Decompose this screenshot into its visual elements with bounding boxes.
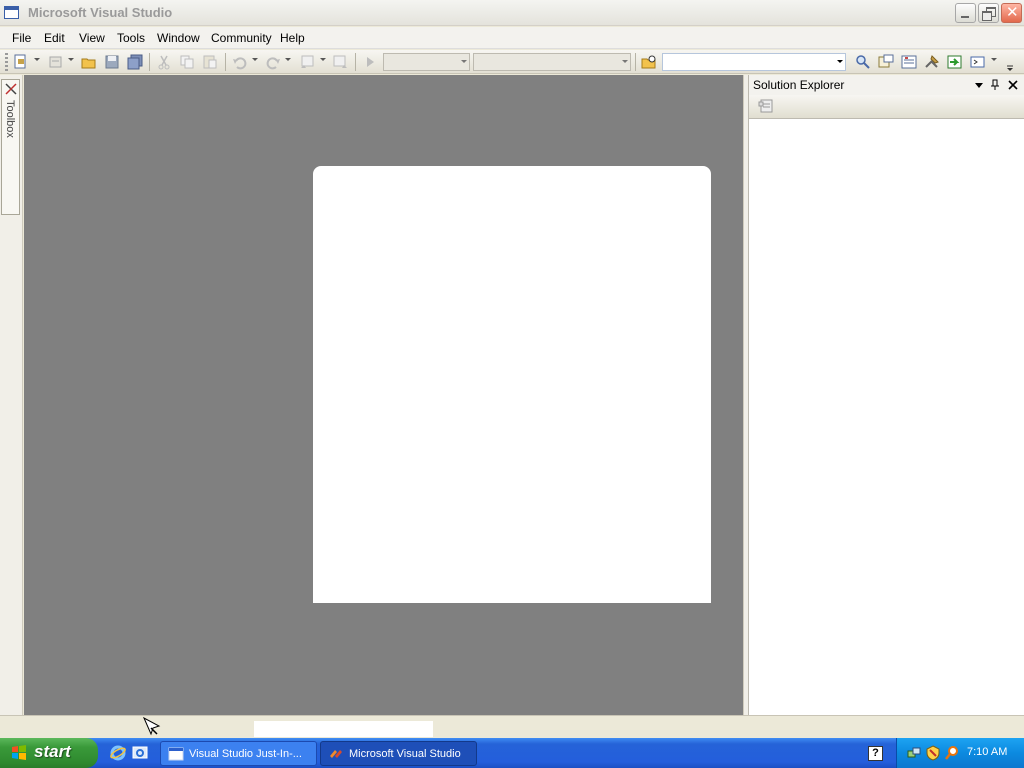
cursor-icon xyxy=(142,716,161,736)
internet-explorer-icon[interactable] xyxy=(109,744,127,762)
dialog-panel xyxy=(313,166,711,603)
visual-studio-icon xyxy=(330,750,342,758)
system-tray: 7:10 AM xyxy=(896,738,1024,768)
chevron-down-icon xyxy=(622,60,628,63)
add-item-dropdown[interactable] xyxy=(68,58,74,61)
start-debugging-icon[interactable] xyxy=(361,53,379,71)
new-project-icon[interactable] xyxy=(12,53,30,71)
save-all-icon[interactable] xyxy=(126,53,144,71)
undo-dropdown[interactable] xyxy=(252,58,258,61)
menu-community[interactable]: Community xyxy=(211,31,272,45)
chevron-down-icon xyxy=(461,60,467,63)
redo-icon[interactable] xyxy=(264,53,282,71)
chevron-down-icon xyxy=(837,60,843,63)
menu-window[interactable]: Window xyxy=(157,31,200,45)
properties-icon[interactable] xyxy=(758,98,774,114)
taskbar-item-jit-debugger[interactable]: Visual Studio Just-In-... xyxy=(160,741,317,766)
solution-explorer-icon[interactable] xyxy=(877,53,895,71)
toolbar-grip[interactable] xyxy=(5,53,8,71)
navigate-backward-dropdown[interactable] xyxy=(320,58,326,61)
copy-icon[interactable] xyxy=(178,53,196,71)
search-icon[interactable] xyxy=(944,745,960,761)
title-bar: Microsoft Visual Studio ✕ xyxy=(0,0,1024,26)
navigate-forward-icon[interactable] xyxy=(331,53,349,71)
solution-configurations-combo[interactable] xyxy=(383,53,470,71)
object-browser-icon[interactable] xyxy=(923,53,941,71)
toolbar-overflow-button[interactable] xyxy=(1004,51,1016,73)
windows-logo-icon xyxy=(12,745,26,760)
add-item-icon[interactable] xyxy=(47,53,65,71)
menu-view[interactable]: View xyxy=(79,31,105,45)
start-button[interactable]: start xyxy=(0,738,98,768)
close-icon[interactable] xyxy=(1007,78,1019,92)
standard-toolbar xyxy=(0,50,1024,74)
minimize-button[interactable] xyxy=(955,3,976,23)
window-icon xyxy=(168,747,184,761)
toolbar-separator xyxy=(149,53,150,71)
solution-platforms-combo[interactable] xyxy=(473,53,631,71)
menu-file[interactable]: File xyxy=(12,31,31,45)
class-view-icon[interactable] xyxy=(969,53,987,71)
toolbox-label: Toolbox xyxy=(4,100,16,138)
auto-hide-pin-icon[interactable] xyxy=(989,78,1001,92)
redo-dropdown[interactable] xyxy=(285,58,291,61)
undo-icon[interactable] xyxy=(231,53,249,71)
menu-help[interactable]: Help xyxy=(280,31,305,45)
solution-explorer-panel: Solution Explorer xyxy=(748,75,1024,715)
system-clock[interactable]: 7:10 AM xyxy=(967,746,1007,758)
cut-icon[interactable] xyxy=(155,53,173,71)
properties-icon[interactable] xyxy=(900,53,918,71)
window-title: Microsoft Visual Studio xyxy=(28,5,173,20)
restore-button[interactable] xyxy=(978,3,999,23)
taskbar-item-label: Visual Studio Just-In-... xyxy=(189,748,302,760)
toolbox-icon xyxy=(5,83,17,95)
find-in-files-icon[interactable] xyxy=(640,53,658,71)
toolbox-tab[interactable]: Toolbox xyxy=(1,79,20,215)
taskbar-item-label: Microsoft Visual Studio xyxy=(349,748,461,760)
visual-studio-window-icon[interactable] xyxy=(4,6,19,19)
solution-explorer-header: Solution Explorer xyxy=(749,75,1024,95)
toolbox-strip: Toolbox xyxy=(0,75,23,715)
navigate-backward-icon[interactable] xyxy=(299,53,317,71)
solution-explorer-title: Solution Explorer xyxy=(753,78,845,92)
find-combo[interactable] xyxy=(662,53,846,71)
start-label: start xyxy=(34,742,71,761)
show-desktop-icon[interactable] xyxy=(131,744,149,762)
class-view-dropdown[interactable] xyxy=(991,58,997,61)
security-center-icon[interactable] xyxy=(925,745,941,761)
menu-edit[interactable]: Edit xyxy=(44,31,65,45)
help-icon[interactable]: ? xyxy=(868,746,883,761)
menu-bar: File Edit View Tools Window Community He… xyxy=(0,27,1024,49)
find-icon[interactable] xyxy=(854,53,872,71)
menu-tools[interactable]: Tools xyxy=(117,31,145,45)
toolbar-separator xyxy=(635,53,636,71)
taskbar: start Visual Studio Just-In-... Microsof… xyxy=(0,738,1024,768)
taskbar-item-visual-studio[interactable]: Microsoft Visual Studio xyxy=(320,741,477,766)
paste-icon[interactable] xyxy=(201,53,219,71)
close-icon: ✕ xyxy=(1006,4,1019,21)
new-project-dropdown[interactable] xyxy=(34,58,40,61)
toolbar-separator xyxy=(355,53,356,71)
status-progress-field xyxy=(254,721,433,737)
solution-explorer-toolbar xyxy=(749,95,1024,119)
toolbox-icon[interactable] xyxy=(946,53,964,71)
toolbar-separator xyxy=(225,53,226,71)
close-button[interactable]: ✕ xyxy=(1001,3,1022,23)
network-icon[interactable] xyxy=(906,745,922,761)
open-file-icon[interactable] xyxy=(80,53,98,71)
save-icon[interactable] xyxy=(103,53,121,71)
window-position-dropdown-icon[interactable] xyxy=(973,78,985,92)
